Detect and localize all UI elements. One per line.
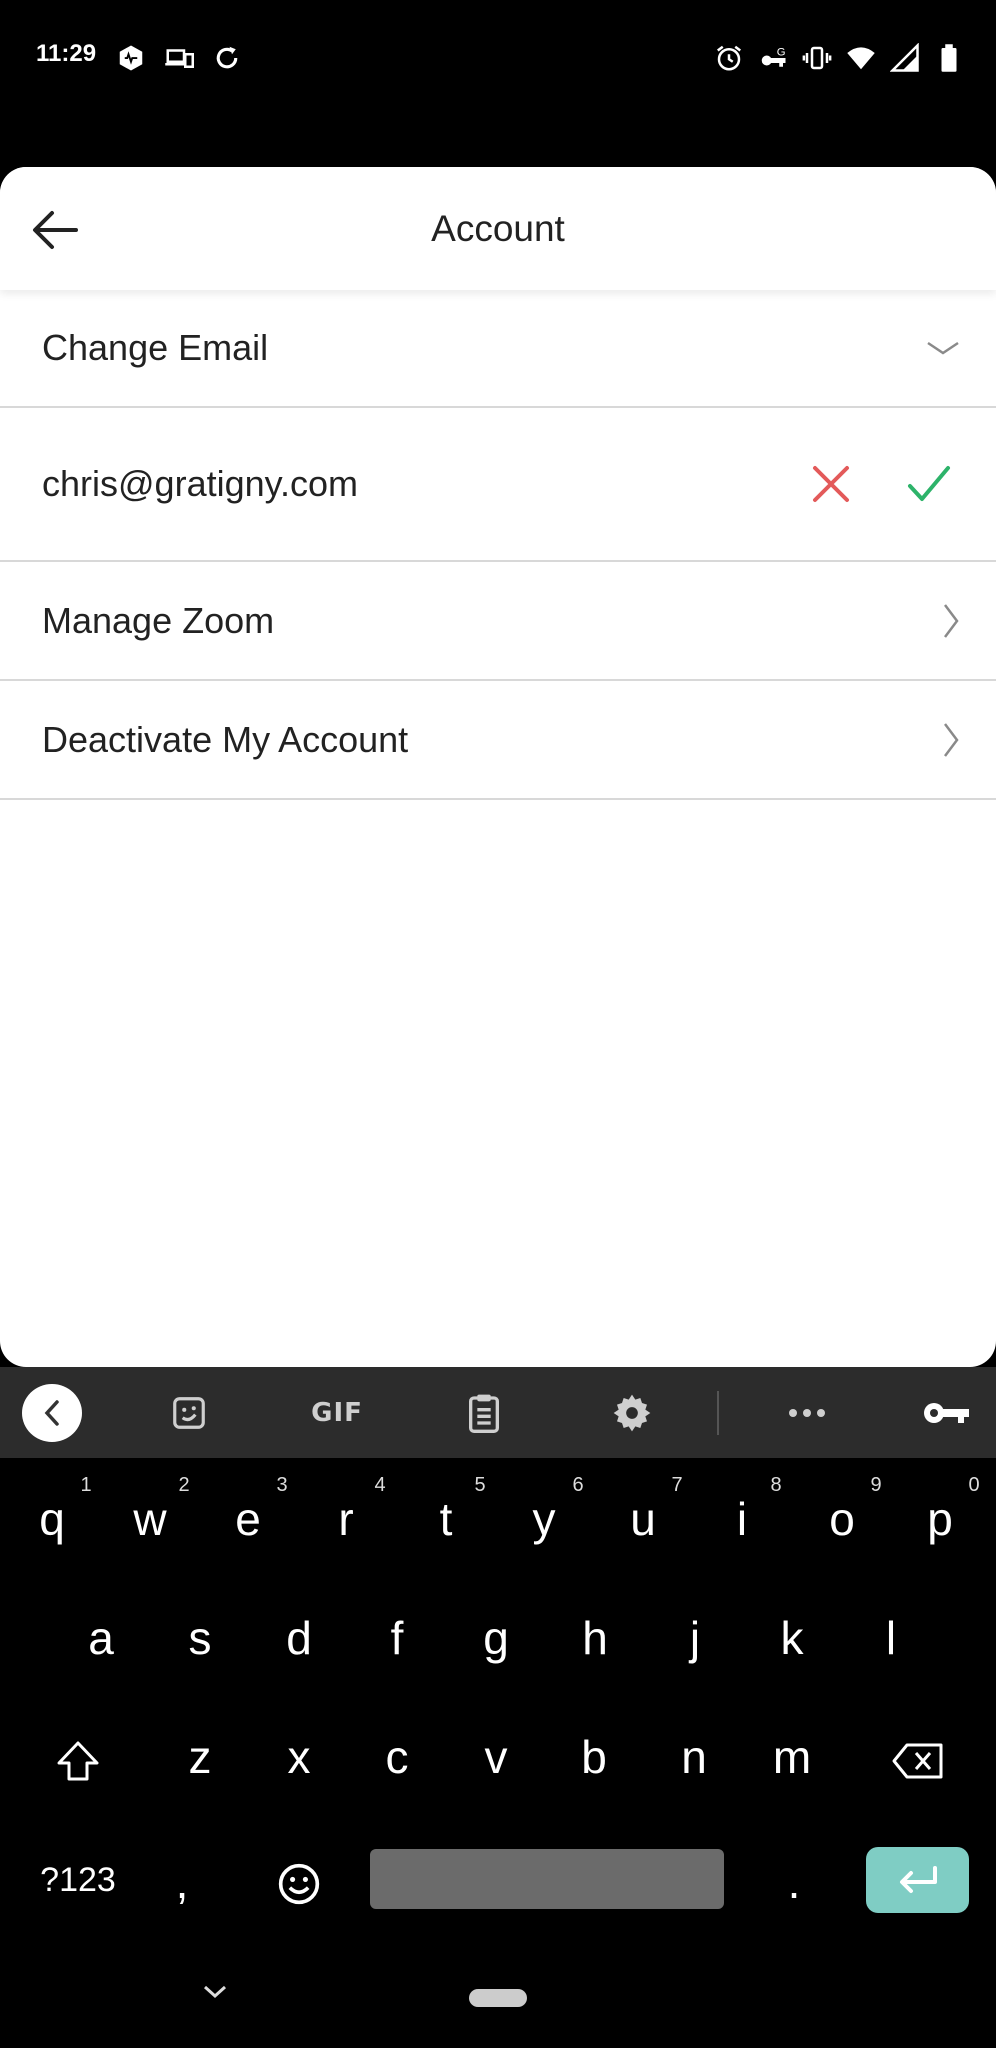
hide-keyboard-icon[interactable] xyxy=(200,1979,230,2005)
sticker-icon xyxy=(173,1397,205,1429)
svg-text:G: G xyxy=(777,47,786,59)
key-n[interactable]: n xyxy=(654,1712,734,1802)
soft-keyboard: GIF q1w2e3r4t5y6u7i8o9p0asdfghjklzxcvbnm… xyxy=(0,1367,996,2048)
gif-label: GIF xyxy=(311,1398,363,1428)
clipboard-icon xyxy=(469,1394,499,1433)
cancel-email-button[interactable] xyxy=(808,461,854,507)
symbols-key[interactable]: ?123 xyxy=(36,1847,120,1913)
clipboard-button[interactable] xyxy=(454,1384,514,1442)
password-key-button[interactable] xyxy=(918,1384,974,1442)
vibrate-icon xyxy=(800,41,834,75)
enter-icon xyxy=(899,1866,937,1893)
key-d[interactable]: d xyxy=(259,1593,339,1683)
emoji-icon xyxy=(278,1863,320,1905)
page-title: Account xyxy=(431,207,565,249)
devices-icon xyxy=(162,41,196,75)
wifi-icon xyxy=(844,41,878,75)
check-icon xyxy=(908,466,950,501)
key-j[interactable]: j xyxy=(655,1593,735,1683)
deactivate-account-row[interactable]: Deactivate My Account xyxy=(0,681,996,800)
backspace-icon xyxy=(892,1743,943,1779)
shift-icon xyxy=(57,1741,99,1781)
emoji-key[interactable] xyxy=(264,1847,334,1913)
keyboard-back-button[interactable] xyxy=(22,1384,82,1442)
account-sheet: Account Change Email chris@gratigny.com … xyxy=(0,167,996,1367)
status-bar: 11:29 G xyxy=(0,0,996,118)
gear-icon xyxy=(613,1394,651,1432)
key-h[interactable]: h xyxy=(555,1593,635,1683)
chevron-left-icon xyxy=(44,1400,59,1426)
chevron-right-icon xyxy=(942,722,960,758)
key-icon xyxy=(924,1403,969,1423)
key-g[interactable]: g xyxy=(456,1593,536,1683)
status-right-icons: G xyxy=(712,40,966,76)
sticker-button[interactable] xyxy=(159,1384,219,1442)
manage-zoom-row[interactable]: Manage Zoom xyxy=(0,562,996,681)
key-hint-3: 3 xyxy=(276,1474,288,1496)
chevron-down-icon xyxy=(926,340,960,356)
gif-button[interactable]: GIF xyxy=(305,1384,369,1442)
app-bar: Account xyxy=(0,167,996,290)
keyboard-toolbar: GIF xyxy=(0,1367,996,1458)
key-s[interactable]: s xyxy=(160,1593,240,1683)
key-hint-7: 7 xyxy=(671,1474,683,1496)
more-button[interactable] xyxy=(777,1384,837,1442)
key-c[interactable]: c xyxy=(357,1712,437,1802)
shift-key[interactable] xyxy=(38,1712,118,1802)
space-key[interactable] xyxy=(370,1849,724,1909)
key-k[interactable]: k xyxy=(752,1593,832,1683)
key-hint-0: 0 xyxy=(968,1474,980,1496)
alarm-icon xyxy=(712,41,746,75)
close-icon xyxy=(813,466,849,502)
back-button[interactable] xyxy=(26,203,84,257)
key-hint-4: 4 xyxy=(374,1474,386,1496)
keyboard-settings-button[interactable] xyxy=(602,1384,662,1442)
confirm-email-button[interactable] xyxy=(906,461,952,507)
manage-zoom-label: Manage Zoom xyxy=(42,599,275,641)
battery-icon xyxy=(932,41,966,75)
key-x[interactable]: x xyxy=(259,1712,339,1802)
comma-key[interactable]: , xyxy=(162,1837,202,1927)
chevron-right-icon xyxy=(942,603,960,639)
toolbar-divider xyxy=(717,1391,719,1435)
arrow-left-icon xyxy=(33,211,78,249)
change-email-row[interactable]: Change Email xyxy=(0,290,996,408)
period-key[interactable]: . xyxy=(774,1837,814,1927)
key-m[interactable]: m xyxy=(752,1712,832,1802)
key-b[interactable]: b xyxy=(554,1712,634,1802)
key-z[interactable]: z xyxy=(160,1712,240,1802)
enter-key[interactable] xyxy=(866,1847,969,1913)
key-hint-5: 5 xyxy=(474,1474,486,1496)
key-hint-1: 1 xyxy=(80,1474,92,1496)
status-time: 11:29 xyxy=(36,40,97,67)
deactivate-account-label: Deactivate My Account xyxy=(42,718,409,760)
more-icon xyxy=(789,1409,825,1417)
email-actions xyxy=(808,461,952,507)
key-hint-8: 8 xyxy=(770,1474,782,1496)
status-left-icons xyxy=(114,40,244,76)
key-hint-2: 2 xyxy=(178,1474,190,1496)
key-hint-6: 6 xyxy=(572,1474,584,1496)
home-gesture-handle[interactable] xyxy=(469,1989,527,2007)
change-email-label: Change Email xyxy=(42,327,269,368)
email-edit-row: chris@gratigny.com xyxy=(0,408,996,562)
key-l[interactable]: l xyxy=(851,1593,931,1683)
backspace-key[interactable] xyxy=(876,1712,960,1802)
key-hint-9: 9 xyxy=(870,1474,882,1496)
email-input[interactable]: chris@gratigny.com xyxy=(42,463,358,505)
key-a[interactable]: a xyxy=(61,1593,141,1683)
key-v[interactable]: v xyxy=(456,1712,536,1802)
sync-icon xyxy=(210,41,244,75)
signal-icon xyxy=(888,41,922,75)
hexagon-app-icon xyxy=(114,41,148,75)
vpn-key-icon: G xyxy=(756,41,790,75)
key-f[interactable]: f xyxy=(357,1593,437,1683)
